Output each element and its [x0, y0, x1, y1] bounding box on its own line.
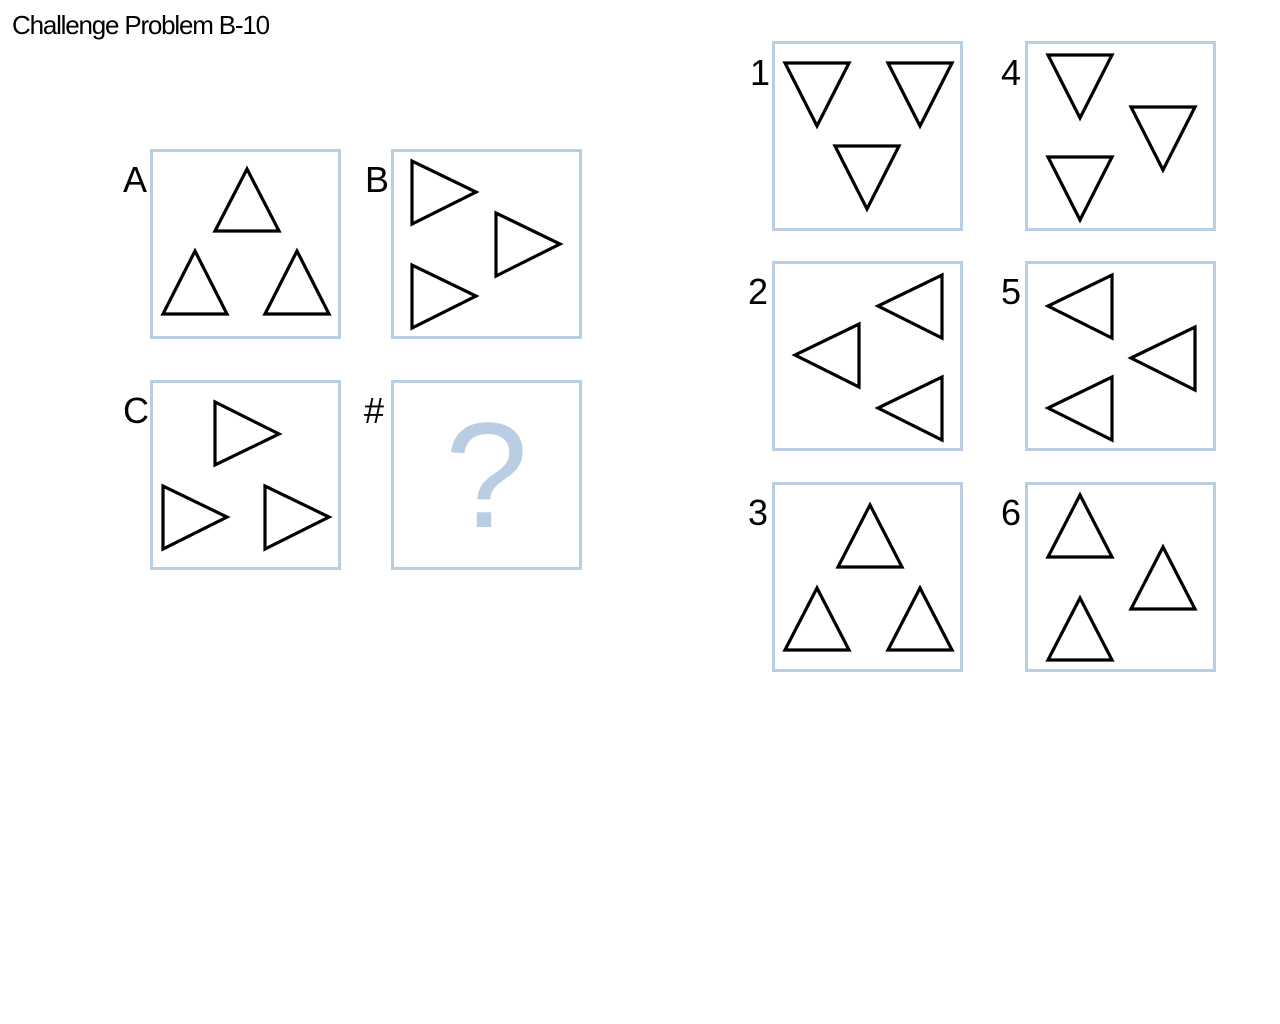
triangle-left-shape [1044, 374, 1114, 443]
triangle-up-shape [1045, 594, 1115, 662]
triangle-up-shape [1128, 543, 1198, 611]
triangle-right-shape [263, 483, 333, 552]
cell-label-b: B [365, 159, 389, 200]
option-6-shapes [1045, 491, 1198, 662]
cell-c-shapes [161, 399, 333, 552]
page-title: Challenge Problem B-10 [12, 10, 270, 40]
option-2-shapes [791, 272, 944, 443]
option-5-shapes [1044, 272, 1197, 443]
cell-label-missing: # [364, 390, 384, 431]
triangle-right-shape [213, 399, 283, 468]
triangle-down-shape [1128, 105, 1198, 174]
option-label-2: 2 [748, 271, 768, 312]
option-label-4: 4 [1001, 52, 1021, 93]
triangle-left-shape [874, 272, 944, 341]
option-label-6: 6 [1001, 492, 1021, 533]
question-mark: ? [444, 391, 529, 559]
answer-option-5[interactable] [1025, 261, 1216, 451]
triangle-left-shape [1127, 324, 1197, 393]
option-label-3: 3 [748, 492, 768, 533]
matrix-cell-missing: ? [391, 380, 582, 570]
triangle-up-shape [160, 247, 230, 316]
triangle-down-shape [832, 144, 902, 213]
option-label-5: 5 [1001, 271, 1021, 312]
triangle-right-shape [410, 158, 480, 227]
matrix-cell-a [150, 149, 341, 339]
triangle-left-shape [791, 321, 861, 390]
triangle-up-shape [262, 247, 332, 316]
matrix-cell-b [391, 149, 582, 339]
triangle-up-shape [782, 584, 852, 652]
cell-b-shapes [410, 158, 564, 331]
option-3-shapes [782, 501, 955, 652]
cell-label-c: C [123, 390, 149, 431]
triangle-up-shape [885, 584, 955, 652]
triangle-right-shape [494, 210, 564, 279]
triangle-right-shape [410, 262, 480, 331]
answer-option-2[interactable] [772, 261, 963, 451]
answer-option-1[interactable] [772, 41, 963, 231]
triangle-down-shape [1045, 53, 1115, 122]
answer-option-4[interactable] [1025, 41, 1216, 231]
triangle-up-shape [835, 501, 905, 569]
option-1-shapes [782, 61, 955, 213]
option-label-1: 1 [750, 52, 770, 93]
triangle-left-shape [874, 374, 944, 443]
triangle-right-shape [161, 483, 231, 552]
triangle-down-shape [1045, 155, 1115, 224]
answer-option-6[interactable] [1025, 482, 1216, 672]
cell-label-a: A [123, 159, 147, 200]
answer-option-3[interactable] [772, 482, 963, 672]
cell-a-shapes [160, 165, 332, 316]
triangle-up-shape [212, 165, 282, 233]
triangle-up-shape [1045, 491, 1115, 559]
triangle-down-shape [782, 61, 852, 130]
option-4-shapes [1045, 53, 1198, 224]
triangle-down-shape [885, 61, 955, 130]
matrix-cell-c [150, 380, 341, 570]
triangle-left-shape [1044, 272, 1114, 341]
